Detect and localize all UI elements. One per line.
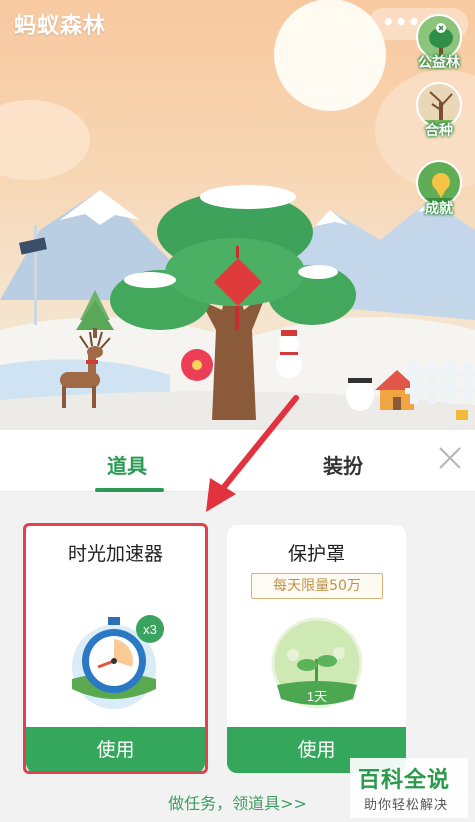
use-time-accelerator-button[interactable]: 使用 [26, 727, 205, 773]
app-title: 蚂蚁森林 [14, 14, 107, 39]
daily-limit-badge: 每天限量50万 [251, 573, 383, 599]
tab-dress-up[interactable]: 装扮 [323, 450, 363, 479]
public-forest-label: 公益林 [418, 55, 460, 71]
close-icon[interactable] [436, 444, 464, 472]
forest-scene: 蚂蚁森林 ••• 公益林 合种 成就 [0, 0, 475, 430]
achievement-label: 成就 [425, 201, 453, 217]
shield-icon: 1天 [271, 617, 363, 709]
panel-tab-bar: 道具 装扮 [0, 430, 475, 492]
forest-illustration [0, 0, 475, 430]
protection-shield-card[interactable]: 保护罩 每天限量50万 1天 使用 [227, 525, 406, 773]
duration-label: 1天 [307, 689, 327, 704]
multiplier-badge: x3 [143, 622, 157, 637]
co-planting-button[interactable]: 合种 [414, 82, 464, 140]
watermark-subtitle: 助你轻松解决 [364, 798, 449, 813]
active-tab-indicator [95, 488, 164, 492]
watermark-title: 百科全说 [358, 768, 451, 793]
card-title: 时光加速器 [67, 543, 163, 565]
co-planting-label: 合种 [425, 123, 453, 139]
achievement-button[interactable]: 成就 [414, 160, 464, 218]
card-title: 保护罩 [287, 543, 345, 565]
watermark: 百科全说 助你轻松解决 [350, 758, 468, 818]
public-forest-button[interactable]: 公益林 [414, 14, 464, 72]
tab-tools[interactable]: 道具 [107, 450, 147, 479]
stopwatch-icon: x3 [72, 615, 164, 709]
time-accelerator-card[interactable]: 时光加速器 x3 使用 [26, 525, 205, 773]
